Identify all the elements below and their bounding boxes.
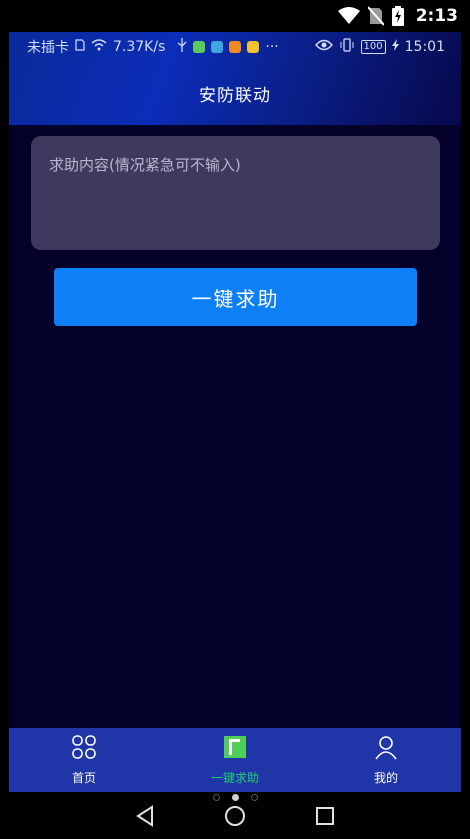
home-grid-icon (71, 734, 97, 763)
app-header: 未插卡 7.37K/s ··· 100 15:01 安防联动 (9, 32, 461, 125)
inner-clock: 15:01 (404, 39, 445, 55)
user-icon (373, 734, 399, 763)
page-title: 安防联动 (199, 86, 271, 106)
eye-icon (314, 39, 333, 55)
sim-status-text: 未插卡 (27, 40, 69, 56)
usb-icon (177, 38, 187, 56)
back-button[interactable] (134, 804, 156, 831)
tab-one-key-help-label: 一键求助 (210, 771, 259, 785)
battery-icon: 100 (360, 40, 386, 54)
system-nav-bar (0, 796, 470, 839)
outer-clock: 2:13 (415, 6, 458, 26)
no-sim-icon (367, 6, 384, 26)
battery-level: 100 (363, 41, 383, 52)
wifi-small-icon (91, 39, 107, 55)
wifi-icon (337, 7, 360, 25)
inner-status-bar: 未插卡 7.37K/s ··· 100 15:01 (9, 32, 461, 62)
tab-mine[interactable]: 我的 (341, 728, 431, 792)
charging-icon (391, 39, 399, 55)
vibrate-icon (339, 38, 355, 56)
app-notification-icon-4 (247, 41, 260, 53)
tab-one-key-help[interactable]: 一键求助 (190, 728, 280, 792)
network-speed: 7.37K/s (113, 39, 166, 55)
help-card-icon (222, 734, 248, 763)
outer-status-bar: 2:13 (0, 0, 470, 32)
tab-mine-label: 我的 (373, 771, 398, 785)
recents-button[interactable] (314, 805, 336, 831)
device: 2:13 未插卡 7.37K/s ··· 100 15:01 安防联动 求助内容… (0, 0, 470, 839)
bottom-nav: 首页 一键求助 我的 (9, 728, 461, 792)
more-notifications-icon: ··· (265, 39, 279, 55)
app-screen: 未插卡 7.37K/s ··· 100 15:01 安防联动 求助内容(情况紧急… (9, 32, 461, 792)
app-notification-icon-2 (211, 41, 224, 53)
sim-card-icon (75, 39, 85, 55)
battery-charging-icon (391, 6, 404, 26)
tab-home-label: 首页 (71, 771, 96, 785)
app-notification-icon-3 (229, 41, 242, 53)
one-key-help-button[interactable]: 一键求助 (54, 268, 417, 326)
tab-home[interactable]: 首页 (39, 728, 129, 792)
app-notification-icon-1 (193, 41, 206, 53)
home-button[interactable] (223, 804, 247, 832)
help-content-input[interactable] (31, 136, 440, 250)
